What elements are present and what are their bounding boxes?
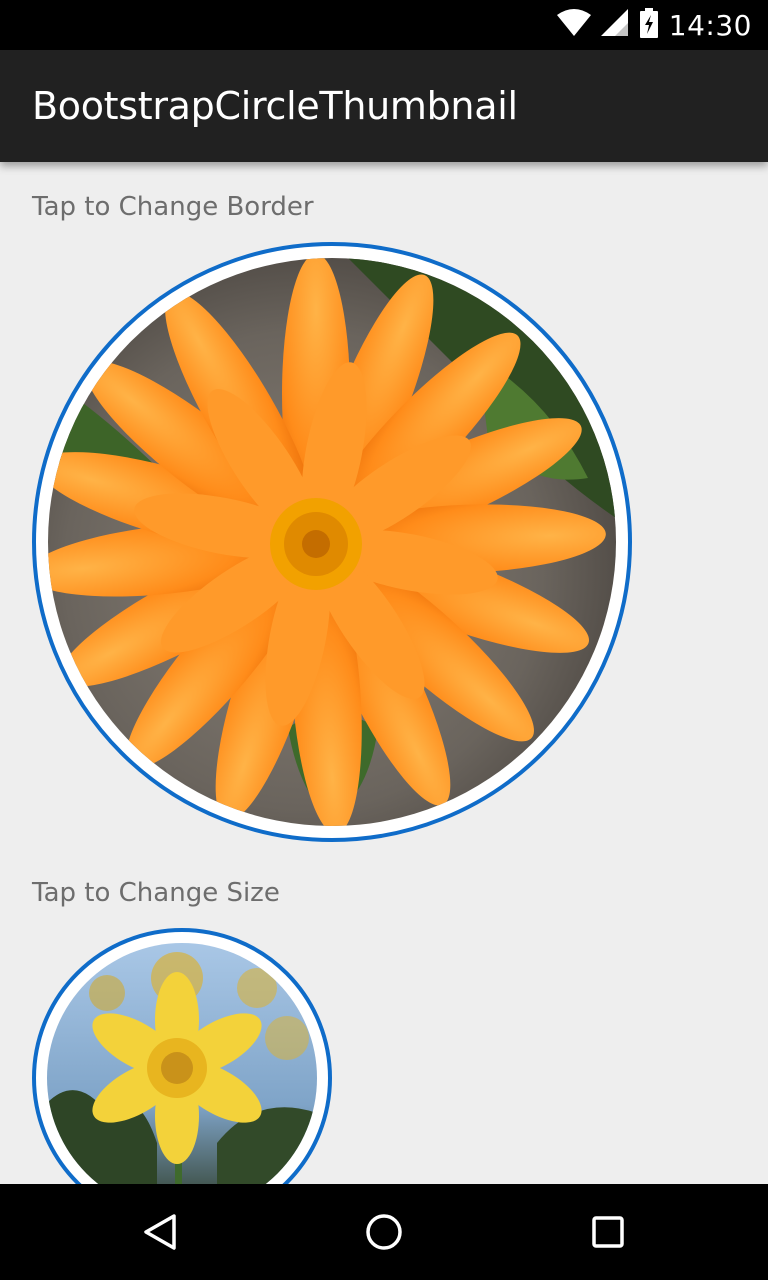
cell-signal-icon (600, 9, 629, 41)
circle-thumbnail-size[interactable] (32, 928, 332, 1184)
circle-thumbnail-border[interactable] (32, 242, 632, 842)
battery-charging-icon (639, 8, 659, 42)
navigation-bar (0, 1184, 768, 1280)
app-title: BootstrapCircleThumbnail (32, 84, 518, 128)
home-button[interactable] (324, 1184, 444, 1280)
size-section-label: Tap to Change Size (32, 878, 280, 908)
content-area: Tap to Change Border Tap to Change Size (0, 162, 768, 1184)
status-bar: 14:30 (0, 0, 768, 50)
home-icon (366, 1214, 402, 1250)
status-icons: 14:30 (556, 0, 752, 50)
status-time: 14:30 (668, 8, 752, 42)
recents-button[interactable] (548, 1184, 668, 1280)
border-section-label: Tap to Change Border (32, 192, 314, 222)
recents-icon (592, 1216, 624, 1248)
back-button[interactable] (100, 1184, 220, 1280)
wifi-icon (556, 9, 591, 41)
yellow-daffodil-image (47, 943, 317, 1184)
orange-flower-image (48, 258, 616, 826)
back-icon (144, 1214, 176, 1250)
app-bar: BootstrapCircleThumbnail (0, 50, 768, 162)
